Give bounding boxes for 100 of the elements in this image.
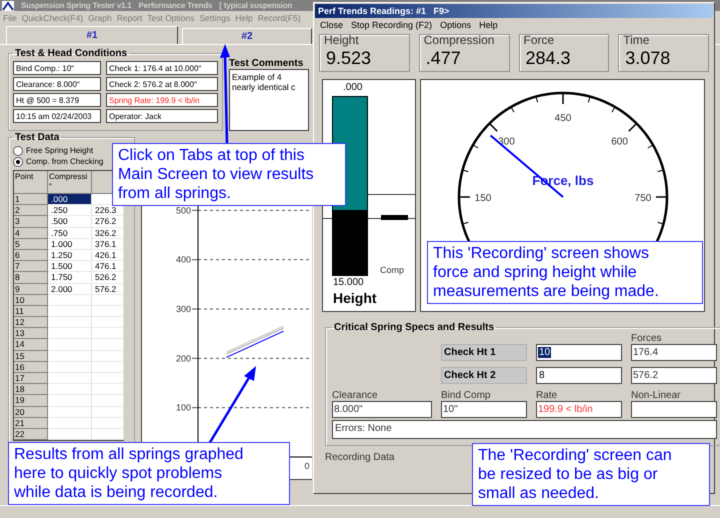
table-cell: .500	[48, 216, 92, 228]
axis-label: 300	[176, 304, 191, 314]
table-cell: 576.2	[92, 284, 124, 295]
value-field: 199.9 < lb/in	[536, 401, 622, 418]
window-title: Suspension Spring Tester v1.1	[21, 0, 132, 10]
readout-value: 284.3	[524, 47, 572, 69]
radio-button[interactable]	[13, 156, 23, 166]
row-header: 1	[14, 194, 48, 206]
table-cell	[92, 350, 124, 362]
field-label: Non-Linear	[631, 390, 682, 401]
bar-scale-label: 15.000	[333, 277, 364, 288]
table-cell	[92, 328, 124, 340]
row-header: 19	[14, 395, 48, 407]
callout-text: Click on Tabs at top of this Main Screen to view results from all springs.	[112, 143, 346, 206]
row-header: 17	[14, 373, 48, 384]
column-header: Point	[14, 171, 48, 194]
group-title: Test Data	[14, 132, 60, 143]
readout-label: Time	[623, 34, 650, 47]
comments-title: Test Comments	[229, 58, 304, 69]
info-field: 10:15 am 02/24/2003	[13, 109, 101, 123]
readout-value: 3.078	[624, 47, 672, 69]
info-field: Spring Rate: 199.9 < lb/in	[106, 93, 218, 107]
input-value: 8	[538, 370, 546, 381]
table-cell: 1.000	[48, 238, 92, 250]
table-cell: 2.000	[48, 284, 92, 295]
row-header: 11	[14, 306, 48, 318]
table-cell	[92, 317, 124, 328]
field-label: Bind Comp	[441, 390, 492, 401]
table-cell: 1.250	[48, 250, 92, 262]
input-value: 10	[538, 347, 552, 358]
info-field: Clearance: 8.000"	[13, 77, 101, 91]
row-header: 5	[14, 238, 48, 250]
status-text: Recording Data	[325, 452, 394, 463]
comments-field[interactable]: Example of 4 nearly identical c	[229, 69, 309, 131]
table-cell	[92, 373, 124, 384]
menu-item[interactable]: Stop Recording (F2)	[351, 20, 432, 30]
window-title: Performance Trends	[138, 0, 212, 10]
table-cell	[92, 306, 124, 318]
app-icon	[2, 0, 14, 10]
row-header: 16	[14, 362, 48, 373]
radio-label: Free Spring Height	[26, 146, 94, 155]
axis-label: 200	[176, 353, 191, 364]
input-field[interactable]: 10	[536, 344, 622, 361]
table-cell	[92, 406, 124, 418]
axis-label: 400	[176, 254, 191, 265]
table-cell: 276.2	[92, 216, 124, 228]
menu-item[interactable]: Close	[320, 20, 344, 30]
bar-title: Height	[333, 290, 377, 306]
gauge-scale-label: 600	[611, 136, 628, 148]
row-header: 7	[14, 261, 48, 272]
readout-value: 9.523	[325, 47, 372, 69]
table-cell: .750	[48, 228, 92, 239]
field-label: Rate	[536, 390, 558, 401]
table-cell: 476.1	[92, 261, 124, 272]
table-cell	[92, 362, 124, 373]
callout-text: The 'Recording' screen can be resized to be as big or small as needed.	[472, 443, 710, 506]
info-field: Ht @ 500 = 8.379	[13, 93, 101, 107]
row-header: 22	[14, 428, 48, 440]
value-field: 10"	[441, 401, 527, 418]
table-cell: 426.1	[92, 250, 124, 262]
menu-item[interactable]: Options	[440, 20, 472, 30]
info-field: Check 1: 176.4 at 10.000"	[106, 61, 218, 75]
field-label: Check Ht 1	[441, 344, 527, 361]
radio-label: Comp. from Checking	[26, 157, 104, 166]
menu-item[interactable]: Help	[479, 20, 498, 30]
table-cell	[92, 428, 124, 440]
gauge-scale-label: 450	[554, 113, 572, 124]
row-header: 2	[14, 205, 48, 216]
table-cell: 1.750	[48, 272, 92, 284]
row-header: 12	[14, 317, 48, 328]
readout-label: Force	[524, 34, 556, 47]
table-cell	[92, 395, 124, 407]
radio-button[interactable]	[13, 146, 23, 156]
axis-label: 100	[176, 402, 191, 413]
column-header: Compressi "	[48, 171, 92, 194]
info-field: Check 2: 576.2 at 8.000"	[106, 77, 218, 91]
axis-label: 500	[176, 205, 191, 216]
row-header: 14	[14, 339, 48, 351]
bar-scale-label: .000	[343, 82, 362, 93]
value-field: 8.000"	[332, 401, 432, 418]
tab[interactable]: #1	[6, 26, 178, 44]
row-header: 9	[14, 284, 48, 295]
table-cell	[92, 294, 124, 306]
row-header: 4	[14, 228, 48, 239]
table-cell	[92, 384, 124, 396]
axis-label: 0	[304, 461, 310, 471]
table-cell: 1.500	[48, 261, 92, 272]
window-title: Perf Trends Readings: #1 F9>	[315, 4, 713, 18]
group-title: Critical Spring Specs and Results	[333, 322, 496, 333]
comp-label: Comp	[380, 265, 404, 275]
input-field[interactable]: 8	[536, 367, 622, 384]
row-header: 21	[14, 418, 48, 429]
row-header: 10	[14, 294, 48, 306]
tab[interactable]: #2	[182, 28, 312, 44]
table-cell: .000	[48, 194, 92, 206]
value-field: 176.4	[631, 344, 717, 361]
row-header: 3	[14, 216, 48, 228]
info-field: Bind Comp.: 10"	[13, 61, 101, 75]
field-label: Forces	[631, 333, 663, 344]
callout-text: Results from all springs graphed here to quickly spot problems while data is being recorded.	[8, 442, 290, 505]
